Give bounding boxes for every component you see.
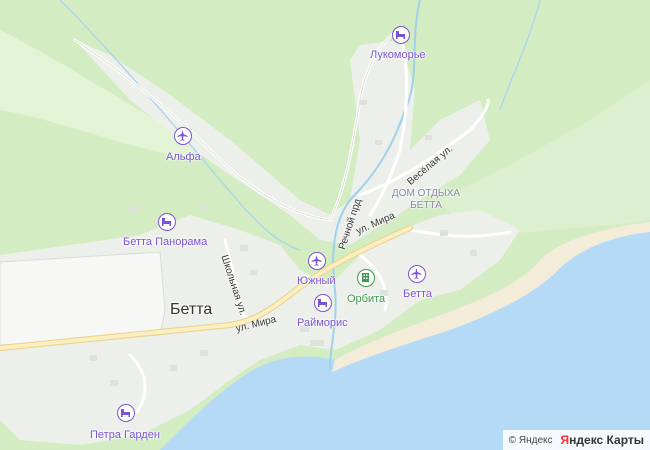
poi-label-orbita[interactable]: Орбита bbox=[347, 294, 385, 305]
map-canvas[interactable]: Лукоморье Альфа Бетта Панорама Южный Рай… bbox=[0, 0, 650, 450]
plane-icon bbox=[177, 130, 188, 141]
hotel-pin-betta-panorama[interactable] bbox=[158, 213, 176, 231]
yandex-maps-logo[interactable]: Яндекс Карты bbox=[561, 433, 644, 447]
poi-label-betta-panorama[interactable]: Бетта Панорама bbox=[123, 237, 207, 248]
copyright-text[interactable]: © Яндекс bbox=[509, 435, 553, 446]
building-icon bbox=[362, 273, 369, 282]
hotel-pin-petra-garden[interactable] bbox=[117, 404, 135, 422]
sanatorium-pin-orbita[interactable] bbox=[357, 269, 375, 287]
area-label-line1: ДОМ ОТДЫХА bbox=[391, 188, 461, 199]
bed-icon bbox=[162, 218, 171, 226]
poi-label-alfa[interactable]: Альфа bbox=[166, 152, 201, 163]
yandex-logo-letter: Я bbox=[560, 433, 570, 447]
bed-icon bbox=[121, 409, 130, 417]
hotel-pin-raimoris[interactable] bbox=[314, 294, 332, 312]
map-attribution: © Яндекс Яндекс Карты bbox=[502, 430, 650, 450]
bed-icon bbox=[318, 299, 327, 307]
yandex-logo-text: ндекс Карты bbox=[569, 433, 644, 447]
hotel-pin-lukomorye[interactable] bbox=[392, 26, 410, 44]
map-base-layer bbox=[0, 0, 650, 450]
town-label: Бетта bbox=[170, 301, 213, 318]
airport-pin-yuzhny[interactable] bbox=[308, 252, 326, 270]
plane-icon bbox=[311, 255, 322, 266]
poi-label-lukomorye[interactable]: Лукоморье bbox=[370, 50, 426, 61]
bed-icon bbox=[396, 31, 405, 39]
poi-label-yuzhny[interactable]: Южный bbox=[297, 276, 336, 287]
area-label: ДОМ ОТДЫХА БЕТТА bbox=[386, 188, 466, 212]
airport-pin-alfa[interactable] bbox=[174, 127, 192, 145]
poi-label-betta-resort[interactable]: Бетта bbox=[403, 289, 432, 300]
poi-label-raimoris[interactable]: Райморис bbox=[297, 318, 348, 329]
airport-pin-betta[interactable] bbox=[408, 265, 426, 283]
poi-label-petra-garden[interactable]: Петра Гарден bbox=[90, 430, 160, 441]
plane-icon bbox=[411, 268, 422, 279]
area-label-line2: БЕТТА bbox=[410, 200, 442, 211]
